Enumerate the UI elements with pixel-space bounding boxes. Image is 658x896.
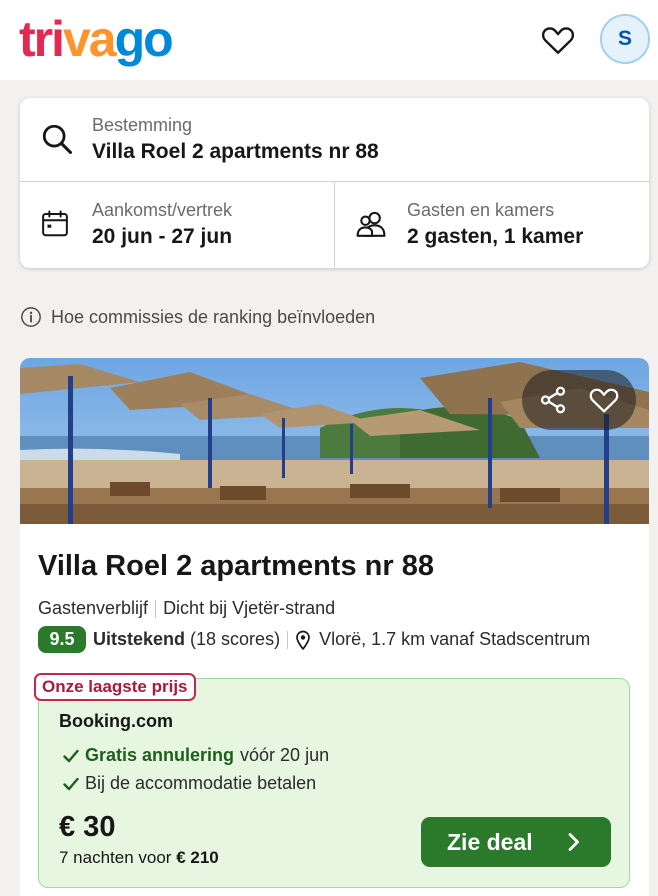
trivago-logo[interactable]: trivago [19, 10, 174, 68]
perk-free-cancellation: Gratis annulering vóór 20 jun [63, 745, 329, 766]
photo-actions [522, 370, 636, 430]
perk-1-rest: vóór 20 jun [240, 745, 330, 765]
top-bar: trivago S [0, 0, 658, 80]
perk-pay-at-property: Bij de accommodatie betalen [63, 773, 316, 794]
price-per-night: € 30 [59, 811, 116, 843]
destination-field[interactable]: Bestemming Villa Roel 2 apartments nr 88 [20, 98, 649, 182]
rating-score-badge[interactable]: 9.5 [38, 626, 86, 653]
dates-label: Aankomst/vertrek [92, 200, 233, 220]
chevron-right-icon [568, 833, 579, 851]
dates-value: 20 jun - 27 jun [92, 225, 233, 248]
deal-box[interactable]: Booking.com Gratis annulering vóór 20 ju… [38, 678, 630, 888]
check-icon [63, 749, 79, 762]
nights-total: € 210 [176, 848, 219, 867]
user-avatar[interactable]: S [600, 14, 650, 64]
logo-part-2: va [63, 11, 117, 67]
logo-part-3: go [114, 11, 174, 67]
check-icon [63, 777, 79, 790]
guests-field[interactable]: Gasten en kamers 2 gasten, 1 kamer [335, 182, 649, 268]
guests-label: Gasten en kamers [407, 200, 555, 220]
perk-2-text: Bij de accommodatie betalen [85, 773, 317, 793]
rating-row: 9.5 Uitstekend (18 scores) Vlorë, 1.7 km… [38, 626, 590, 653]
deal-provider: Booking.com [59, 711, 174, 731]
hotel-name[interactable]: Villa Roel 2 apartments nr 88 [38, 550, 434, 583]
commission-info-text: Hoe commissies de ranking beïnvloeden [51, 306, 376, 327]
hotel-meta: Gastenverblijf Dicht bij Vjetër-strand [38, 598, 335, 619]
rating-divider [287, 630, 289, 649]
people-icon [356, 211, 386, 237]
search-icon [42, 124, 73, 155]
dates-field[interactable]: Aankomst/vertrek 20 jun - 27 jun [20, 182, 335, 268]
favorites-heart-icon[interactable] [540, 22, 576, 58]
perk-1-strong: Gratis annulering [85, 745, 235, 765]
lowest-price-badge: Onze laagste prijs [34, 673, 196, 701]
accommodation-type: Gastenverblijf [38, 598, 149, 618]
meta-divider [155, 599, 157, 618]
rating-label: Uitstekend [93, 629, 186, 649]
nearby-landmark: Dicht bij Vjetër-strand [163, 598, 336, 618]
share-icon[interactable] [538, 385, 568, 415]
guests-text: Gasten en kamers 2 gasten, 1 kamer [407, 199, 583, 251]
destination-value: Villa Roel 2 apartments nr 88 [92, 140, 379, 163]
logo-part-1: tri [19, 11, 65, 67]
destination-text: Bestemming Villa Roel 2 apartments nr 88 [92, 114, 379, 166]
info-icon [21, 307, 41, 327]
hotel-card[interactable]: Villa Roel 2 apartments nr 88 Gastenverb… [20, 358, 649, 896]
save-heart-icon[interactable] [588, 384, 620, 416]
view-deal-button[interactable]: Zie deal [421, 817, 611, 867]
calendar-icon [42, 210, 68, 237]
destination-label: Bestemming [92, 115, 193, 135]
total-price-line: 7 nachten voor € 210 [59, 848, 219, 868]
commission-info-link[interactable]: Hoe commissies de ranking beïnvloeden [20, 306, 375, 328]
view-deal-label: Zie deal [447, 828, 533, 855]
map-pin-icon [296, 630, 310, 650]
hotel-location[interactable]: Vlorë, 1.7 km vanaf Stadscentrum [319, 629, 590, 650]
nights-prefix: 7 nachten voor [59, 848, 172, 867]
rating-count: (18 scores) [190, 629, 281, 649]
search-form: Bestemming Villa Roel 2 apartments nr 88… [20, 98, 649, 268]
dates-text: Aankomst/vertrek 20 jun - 27 jun [92, 199, 232, 251]
guests-value: 2 gasten, 1 kamer [407, 225, 584, 248]
